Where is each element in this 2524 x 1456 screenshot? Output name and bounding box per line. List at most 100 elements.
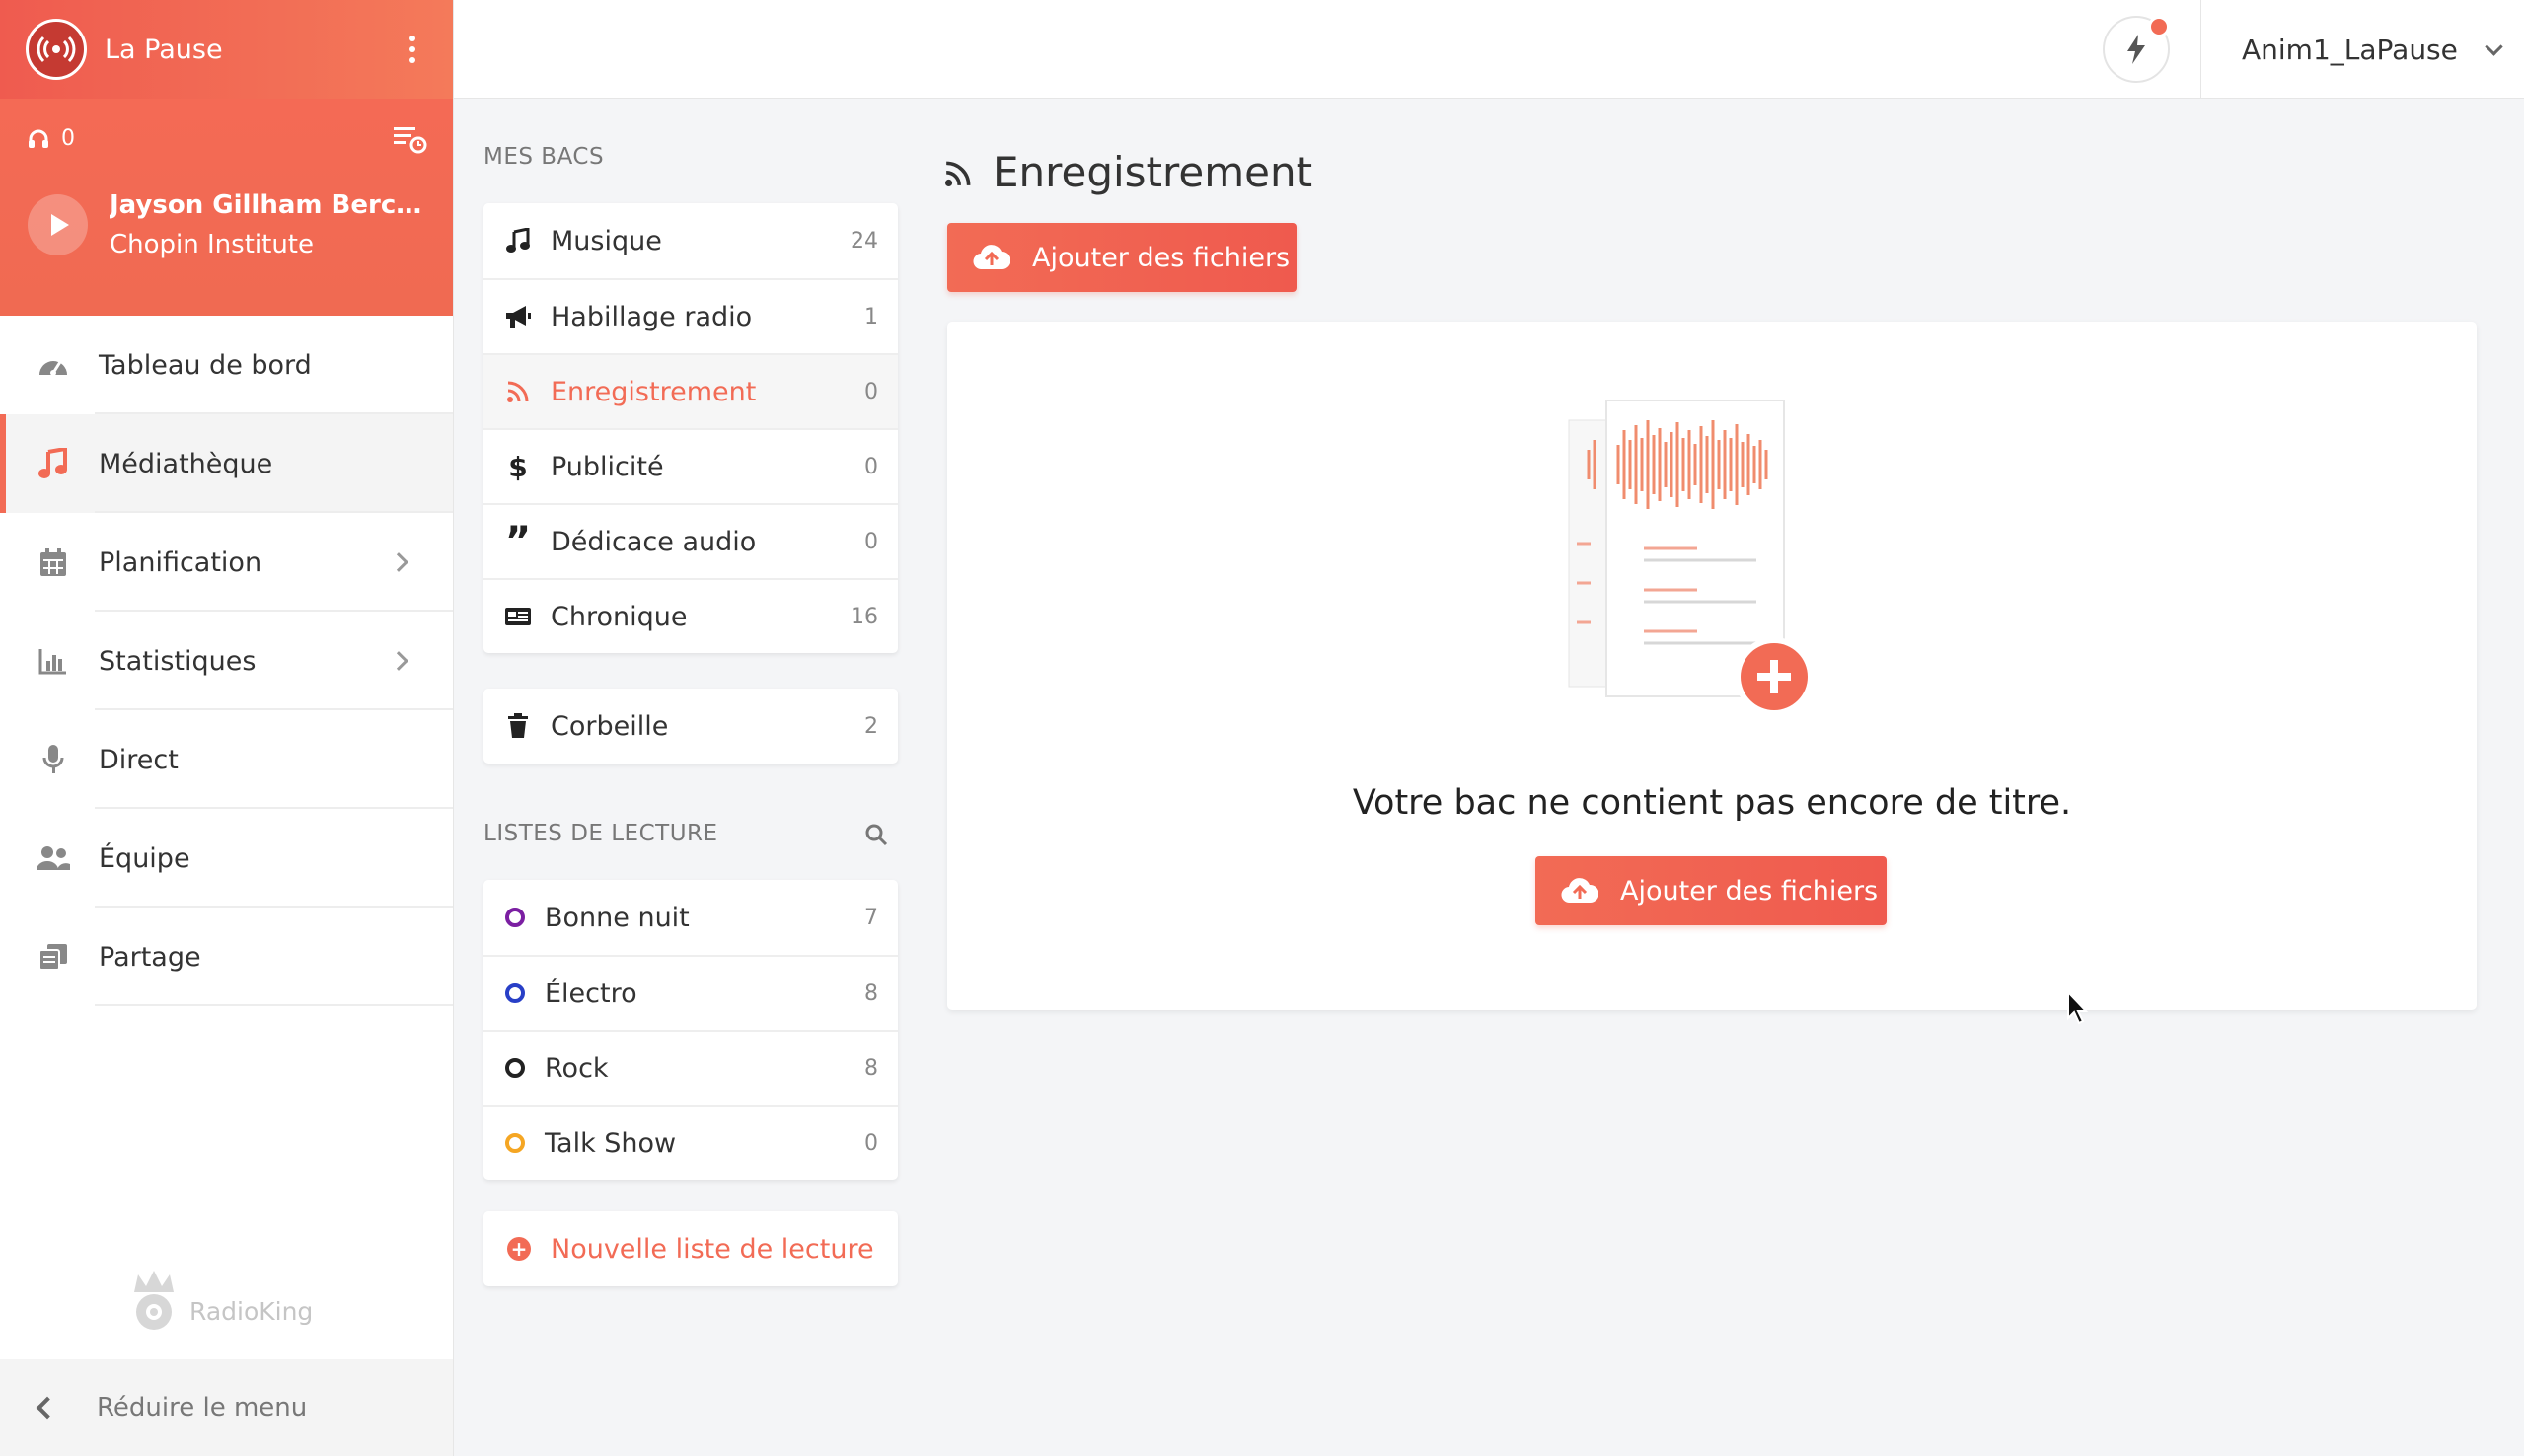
cloud-upload-icon xyxy=(973,244,1010,271)
bac-item-corbeille[interactable]: Corbeille 2 xyxy=(483,689,898,764)
bac-item-enregistrement[interactable]: Enregistrement 0 xyxy=(483,353,898,428)
bac-label: Habillage radio xyxy=(551,301,753,332)
newspaper-icon xyxy=(503,606,533,627)
nav-item-mediatheque[interactable]: Médiathèque xyxy=(0,414,453,513)
bac-count: 1 xyxy=(864,304,878,329)
playlist-color-dot xyxy=(505,1133,525,1153)
bac-item-dedicace-audio[interactable]: ” Dédicace audio 0 xyxy=(483,503,898,578)
bac-item-chronique[interactable]: Chronique 16 xyxy=(483,578,898,653)
nav-label: Tableau de bord xyxy=(99,349,312,381)
bac-label: Chronique xyxy=(551,601,688,632)
nav-label: Médiathèque xyxy=(99,448,273,479)
nav-item-direct[interactable]: Direct xyxy=(0,710,453,809)
mouse-cursor-icon xyxy=(2066,989,2090,1030)
queue-clock-icon xyxy=(394,127,427,154)
nav-item-partage[interactable]: Partage xyxy=(0,908,453,1006)
playlist-search-button[interactable] xyxy=(864,823,888,850)
bac-item-habillage-radio[interactable]: Habillage radio 1 xyxy=(483,278,898,353)
collapse-menu-button[interactable]: Réduire le menu xyxy=(0,1359,453,1456)
music-note-icon xyxy=(503,228,533,254)
trash-card: Corbeille 2 xyxy=(483,689,898,764)
nav-item-planification[interactable]: Planification xyxy=(0,513,453,612)
playlist-label: Bonne nuit xyxy=(545,902,690,933)
playlist-count: 8 xyxy=(864,1056,878,1081)
lightning-icon xyxy=(2127,35,2145,64)
divider xyxy=(2200,0,2201,99)
top-bar: Anim1_LaPause xyxy=(454,0,2524,99)
headphones-icon xyxy=(29,129,48,148)
chevron-left-icon xyxy=(36,1396,59,1420)
add-files-label: Ajouter des fichiers xyxy=(1032,242,1291,273)
user-menu[interactable]: Anim1_LaPause xyxy=(2242,0,2503,99)
calendar-icon xyxy=(36,545,71,580)
playlists-list: Bonne nuit 7 Électro 8 Rock 8 Talk Show … xyxy=(483,880,898,1180)
playlist-color-dot xyxy=(505,1058,525,1078)
station-header: La Pause xyxy=(0,0,453,99)
playlist-item-bonne-nuit[interactable]: Bonne nuit 7 xyxy=(483,880,898,955)
empty-state-illustration xyxy=(1559,400,1855,730)
listener-count: 0 xyxy=(28,126,425,151)
users-icon xyxy=(36,840,71,876)
station-menu-button[interactable] xyxy=(398,30,427,69)
megaphone-icon xyxy=(503,304,533,329)
playlists-section-label: LISTES DE LECTURE xyxy=(483,821,718,846)
crown-logo-icon xyxy=(134,1271,174,1330)
nav-item-equipe[interactable]: Équipe xyxy=(0,809,453,908)
rss-icon xyxy=(945,148,971,196)
add-files-button[interactable]: Ajouter des fichiers xyxy=(947,223,1297,292)
gauge-icon xyxy=(36,347,71,383)
share-icon xyxy=(36,939,71,975)
new-playlist-button[interactable]: + Nouvelle liste de lecture xyxy=(483,1211,898,1286)
nav-label: Partage xyxy=(99,941,201,973)
bac-count: 2 xyxy=(864,713,878,739)
playlist-item-talk-show[interactable]: Talk Show 0 xyxy=(483,1105,898,1180)
add-files-button-empty[interactable]: Ajouter des fichiers xyxy=(1535,856,1887,925)
queue-history-button[interactable] xyxy=(394,124,427,158)
brand-text: RadioKing xyxy=(189,1297,314,1326)
playlist-color-dot xyxy=(505,908,525,927)
cloud-upload-icon xyxy=(1561,877,1598,905)
playlist-label: Électro xyxy=(545,978,637,1009)
bac-label: Corbeille xyxy=(551,710,669,742)
quote-icon: ” xyxy=(504,519,532,564)
play-button[interactable] xyxy=(28,194,88,255)
notification-badge xyxy=(2148,16,2170,37)
listener-count-value: 0 xyxy=(61,126,75,151)
playlist-count: 7 xyxy=(864,905,878,930)
playlist-color-dot xyxy=(505,983,525,1003)
track-title: Jayson Gillham Berceus... xyxy=(110,190,425,220)
page-title-text: Enregistrement xyxy=(993,148,1313,196)
bac-item-publicite[interactable]: $ Publicité 0 xyxy=(483,428,898,503)
playlist-item-electro[interactable]: Électro 8 xyxy=(483,955,898,1030)
playlist-item-rock[interactable]: Rock 8 xyxy=(483,1030,898,1105)
bac-label: Dédicace audio xyxy=(551,526,757,557)
station-logo[interactable] xyxy=(26,19,87,80)
bac-count: 16 xyxy=(851,604,878,629)
plus-circle-icon: + xyxy=(507,1237,531,1261)
nav-label: Planification xyxy=(99,546,262,578)
bar-chart-icon xyxy=(36,643,71,679)
notifications-button[interactable] xyxy=(2103,16,2170,83)
new-playlist-label: Nouvelle liste de lecture xyxy=(551,1233,874,1265)
empty-state-message: Votre bac ne contient pas encore de titr… xyxy=(1352,783,2072,823)
bac-count: 0 xyxy=(864,379,878,404)
player: 0 Jayson Gillham Berceus... Chopin Insti… xyxy=(0,99,453,316)
nav-label: Équipe xyxy=(99,842,190,874)
chevron-right-icon xyxy=(389,651,408,671)
audio-document-illustration xyxy=(1568,400,1814,716)
user-name: Anim1_LaPause xyxy=(2242,33,2458,66)
radioking-logo: RadioKing xyxy=(128,1269,313,1332)
bac-count: 24 xyxy=(851,228,878,254)
chevron-down-icon xyxy=(2485,36,2503,56)
collapse-menu-label: Réduire le menu xyxy=(97,1393,308,1422)
main-nav: Tableau de bord Médiathèque Planificatio… xyxy=(0,316,453,1006)
playlist-label: Talk Show xyxy=(545,1128,677,1159)
rss-icon xyxy=(503,381,533,402)
search-icon xyxy=(865,824,888,846)
chevron-right-icon xyxy=(389,552,408,572)
nav-item-statistiques[interactable]: Statistiques xyxy=(0,612,453,710)
nav-item-dashboard[interactable]: Tableau de bord xyxy=(0,316,453,414)
trash-icon xyxy=(503,713,533,739)
bac-item-musique[interactable]: Musique 24 xyxy=(483,203,898,278)
playlist-count: 8 xyxy=(864,981,878,1006)
